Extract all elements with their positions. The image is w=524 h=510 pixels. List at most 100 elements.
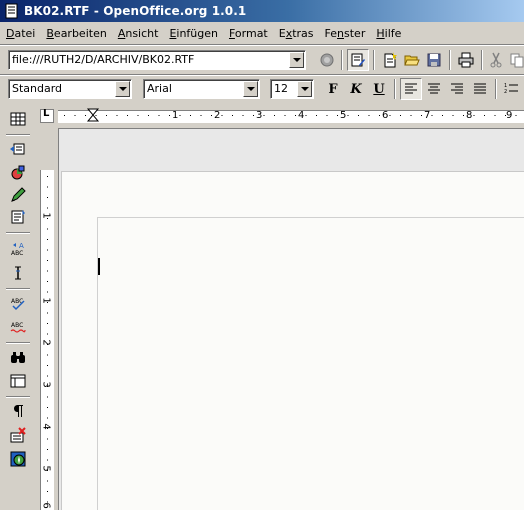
vruler-tick bbox=[47, 249, 48, 251]
scissors-icon bbox=[490, 52, 502, 68]
insert-object-button[interactable] bbox=[7, 162, 29, 184]
menu-extras[interactable]: Extras bbox=[279, 27, 314, 40]
align-center-icon bbox=[428, 83, 440, 94]
vruler-tick bbox=[47, 207, 48, 209]
edit-file-button[interactable] bbox=[347, 49, 369, 71]
align-right-button[interactable] bbox=[446, 78, 468, 100]
navigator-button[interactable] bbox=[7, 448, 29, 470]
ruler-tick bbox=[148, 115, 149, 116]
horizontal-ruler[interactable]: 1 2 3 4 5 6 7 8 9 bbox=[58, 106, 524, 126]
direct-cursor-button[interactable] bbox=[7, 262, 29, 284]
menu-einfuegen[interactable]: Einfügen bbox=[169, 27, 218, 40]
online-layout-icon bbox=[10, 427, 26, 443]
autospellcheck-button[interactable]: ABC bbox=[7, 316, 29, 338]
ruler-label: 1 bbox=[172, 110, 179, 121]
spellcheck-button[interactable]: ABC bbox=[7, 292, 29, 314]
vruler-tick bbox=[47, 281, 48, 282]
window-title: BK02.RTF - OpenOffice.org 1.0.1 bbox=[24, 4, 247, 18]
svg-text:ABC: ABC bbox=[11, 322, 23, 329]
data-sources-button[interactable] bbox=[7, 370, 29, 392]
menu-fenster[interactable]: Fenster bbox=[325, 27, 366, 40]
justify-button[interactable] bbox=[469, 78, 491, 100]
paragraph-style-value[interactable]: Standard bbox=[12, 82, 62, 95]
menu-ansicht[interactable]: Ansicht bbox=[118, 27, 159, 40]
menu-hilfe[interactable]: Hilfe bbox=[376, 27, 401, 40]
paragraph-style-combobox[interactable]: Standard bbox=[8, 79, 132, 99]
print-button[interactable] bbox=[455, 49, 477, 71]
vruler-label: 1 bbox=[40, 297, 52, 304]
object-bar: Standard Arial 12 F K U 12 bbox=[0, 76, 524, 102]
menu-bearbeiten[interactable]: Bearbeiten bbox=[46, 27, 106, 40]
edit-autotext-button[interactable]: ABC A bbox=[7, 238, 29, 260]
bold-button[interactable]: F bbox=[322, 78, 344, 100]
ruler-tick bbox=[400, 115, 401, 116]
vertical-ruler[interactable]: 1 1 2 3 4 5 6 bbox=[37, 128, 57, 510]
vruler-tick bbox=[47, 480, 48, 482]
ruler-tick bbox=[463, 115, 464, 116]
spellcheck-icon: ABC bbox=[11, 298, 25, 311]
vruler-tick bbox=[47, 260, 48, 261]
stop-loading-button[interactable] bbox=[316, 49, 338, 71]
printer-icon bbox=[458, 52, 474, 68]
text-boundary bbox=[97, 217, 524, 218]
url-combobox[interactable]: file:///RUTH2/D/ARCHIV/BK02.RTF bbox=[8, 50, 306, 70]
ruler-tick bbox=[452, 115, 454, 116]
ruler-label: 3 bbox=[256, 110, 263, 121]
menu-format[interactable]: Format bbox=[229, 27, 268, 40]
save-button[interactable] bbox=[423, 49, 445, 71]
insert-fields-button[interactable] bbox=[7, 138, 29, 160]
ruler-label: 6 bbox=[382, 110, 389, 121]
stop-icon bbox=[320, 53, 334, 67]
text-cursor bbox=[98, 258, 100, 275]
font-name-combobox[interactable]: Arial bbox=[143, 79, 260, 99]
menu-datei[interactable]: Datei bbox=[6, 27, 35, 40]
url-field[interactable]: file:///RUTH2/D/ARCHIV/BK02.RTF bbox=[12, 53, 194, 66]
find-replace-button[interactable] bbox=[7, 346, 29, 368]
tab-type-selector[interactable]: L bbox=[37, 106, 57, 126]
ruler-tick bbox=[137, 115, 139, 116]
copy-icon bbox=[510, 53, 524, 68]
paragraph-style-dropdown-button[interactable] bbox=[115, 81, 130, 97]
toolbar-separator bbox=[6, 232, 30, 234]
url-dropdown-button[interactable] bbox=[289, 52, 304, 68]
ruler-tick bbox=[515, 115, 517, 116]
cut-button[interactable] bbox=[485, 49, 507, 71]
numbering-button[interactable]: 12 bbox=[500, 78, 522, 100]
font-size-value[interactable]: 12 bbox=[274, 82, 288, 95]
form-functions-button[interactable] bbox=[7, 206, 29, 228]
font-size-dropdown-button[interactable] bbox=[297, 81, 312, 97]
insert-table-button[interactable] bbox=[7, 108, 29, 130]
underline-button[interactable]: U bbox=[368, 78, 390, 100]
online-layout-button[interactable] bbox=[7, 424, 29, 446]
font-size-combobox[interactable]: 12 bbox=[270, 79, 314, 99]
new-document-button[interactable] bbox=[379, 49, 401, 71]
align-center-button[interactable] bbox=[423, 78, 445, 100]
edit-autotext-icon: ABCA bbox=[11, 242, 24, 257]
ruler-tick bbox=[274, 115, 275, 116]
ruler-tick bbox=[95, 115, 97, 116]
vruler-tick bbox=[47, 176, 48, 177]
document-page[interactable] bbox=[61, 171, 524, 510]
italic-button[interactable]: K bbox=[345, 78, 367, 100]
ruler-tick bbox=[368, 115, 370, 116]
vruler-tick bbox=[47, 186, 48, 188]
vruler-label: 1 bbox=[40, 212, 52, 219]
ruler-tick bbox=[253, 115, 254, 116]
vruler-tick bbox=[47, 491, 48, 492]
open-file-button[interactable] bbox=[401, 49, 423, 71]
binoculars-icon bbox=[11, 352, 25, 363]
ruler-tick bbox=[190, 115, 191, 116]
justify-icon bbox=[474, 83, 486, 94]
copy-button[interactable] bbox=[506, 49, 524, 71]
toolbar-separator bbox=[394, 79, 396, 99]
show-draw-functions-button[interactable] bbox=[7, 184, 29, 206]
font-name-value[interactable]: Arial bbox=[147, 82, 172, 95]
insert-object-icon bbox=[11, 165, 25, 180]
ruler-tick bbox=[211, 115, 212, 116]
insert-fields-icon bbox=[10, 143, 25, 155]
font-name-dropdown-button[interactable] bbox=[243, 81, 258, 97]
align-left-button[interactable] bbox=[400, 78, 422, 100]
ruler-tick bbox=[200, 115, 202, 116]
nonprinting-characters-button[interactable] bbox=[7, 400, 29, 422]
ruler-tick bbox=[116, 115, 118, 116]
